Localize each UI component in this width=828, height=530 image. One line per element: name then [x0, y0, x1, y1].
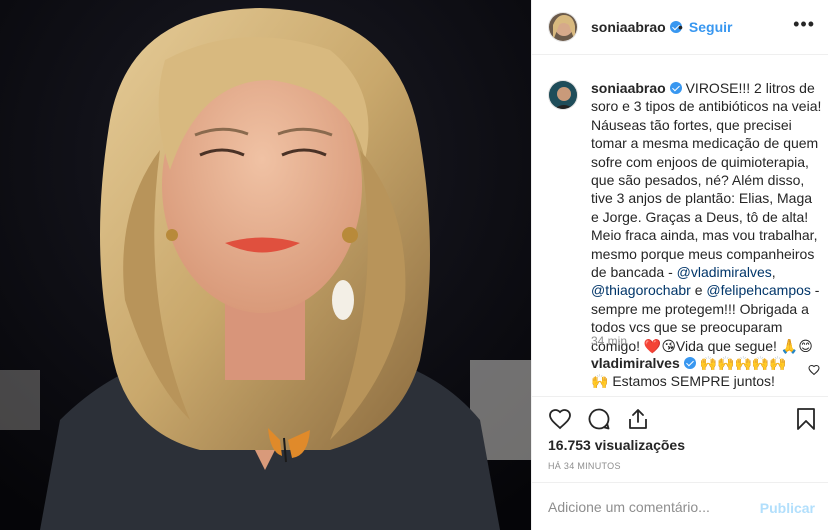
bookmark-icon[interactable] — [795, 407, 817, 431]
publish-button[interactable]: Publicar — [760, 500, 815, 516]
post-video[interactable] — [0, 0, 531, 530]
follow-button[interactable]: • Seguir — [678, 19, 732, 35]
like-comment-icon[interactable] — [808, 364, 820, 376]
mention-link[interactable]: @thiagorochabr — [591, 282, 691, 298]
view-count[interactable]: 16.753 visualizações — [548, 437, 685, 453]
commenter-username[interactable]: vladimiralves — [591, 355, 680, 371]
caption-text: , — [771, 264, 776, 281]
share-icon[interactable] — [626, 407, 650, 431]
author-username[interactable]: soniaabrao — [591, 19, 682, 35]
heart-icon[interactable] — [548, 407, 572, 431]
post-header: soniaabrao • Seguir ••• — [532, 0, 828, 55]
caption-text: VIROSE!!! 2 litros de soro e 3 tipos de … — [591, 80, 822, 281]
caption-username[interactable]: soniaabrao — [591, 80, 666, 96]
mention-link[interactable]: @vladimiralves — [677, 264, 772, 280]
separator-dot: • — [678, 19, 683, 35]
verified-badge-icon — [669, 82, 682, 94]
author-username-text[interactable]: soniaabrao — [591, 19, 666, 35]
comment-icon[interactable] — [587, 407, 611, 431]
avatar-image — [549, 13, 577, 41]
comment-input[interactable] — [548, 497, 748, 517]
post-details-panel: soniaabrao • Seguir ••• soniaabrao VIROSE… — [531, 0, 828, 530]
caption-text: e — [690, 282, 707, 299]
post-caption: soniaabrao VIROSE!!! 2 litros de soro e … — [591, 79, 823, 355]
avatar-image — [549, 81, 577, 109]
post-timestamp: HÁ 34 MINUTOS — [548, 461, 621, 471]
mention-link[interactable]: @felipehcampos — [706, 282, 811, 298]
more-options-icon[interactable]: ••• — [793, 14, 815, 35]
comment-item: vladimiralves 🙌🙌🙌🙌🙌🙌 Estamos SEMPRE junt… — [591, 354, 803, 390]
verified-badge-icon — [683, 357, 696, 369]
author-avatar[interactable] — [548, 12, 578, 42]
follow-label[interactable]: Seguir — [689, 19, 733, 35]
caption-area: soniaabrao VIROSE!!! 2 litros de soro e … — [532, 56, 828, 396]
commenter-avatar[interactable] — [548, 80, 578, 110]
caption-timestamp[interactable]: 34 min — [591, 334, 627, 348]
action-bar — [532, 396, 828, 440]
comment-composer: Publicar — [532, 482, 828, 530]
video-frame-illustration — [0, 0, 531, 530]
